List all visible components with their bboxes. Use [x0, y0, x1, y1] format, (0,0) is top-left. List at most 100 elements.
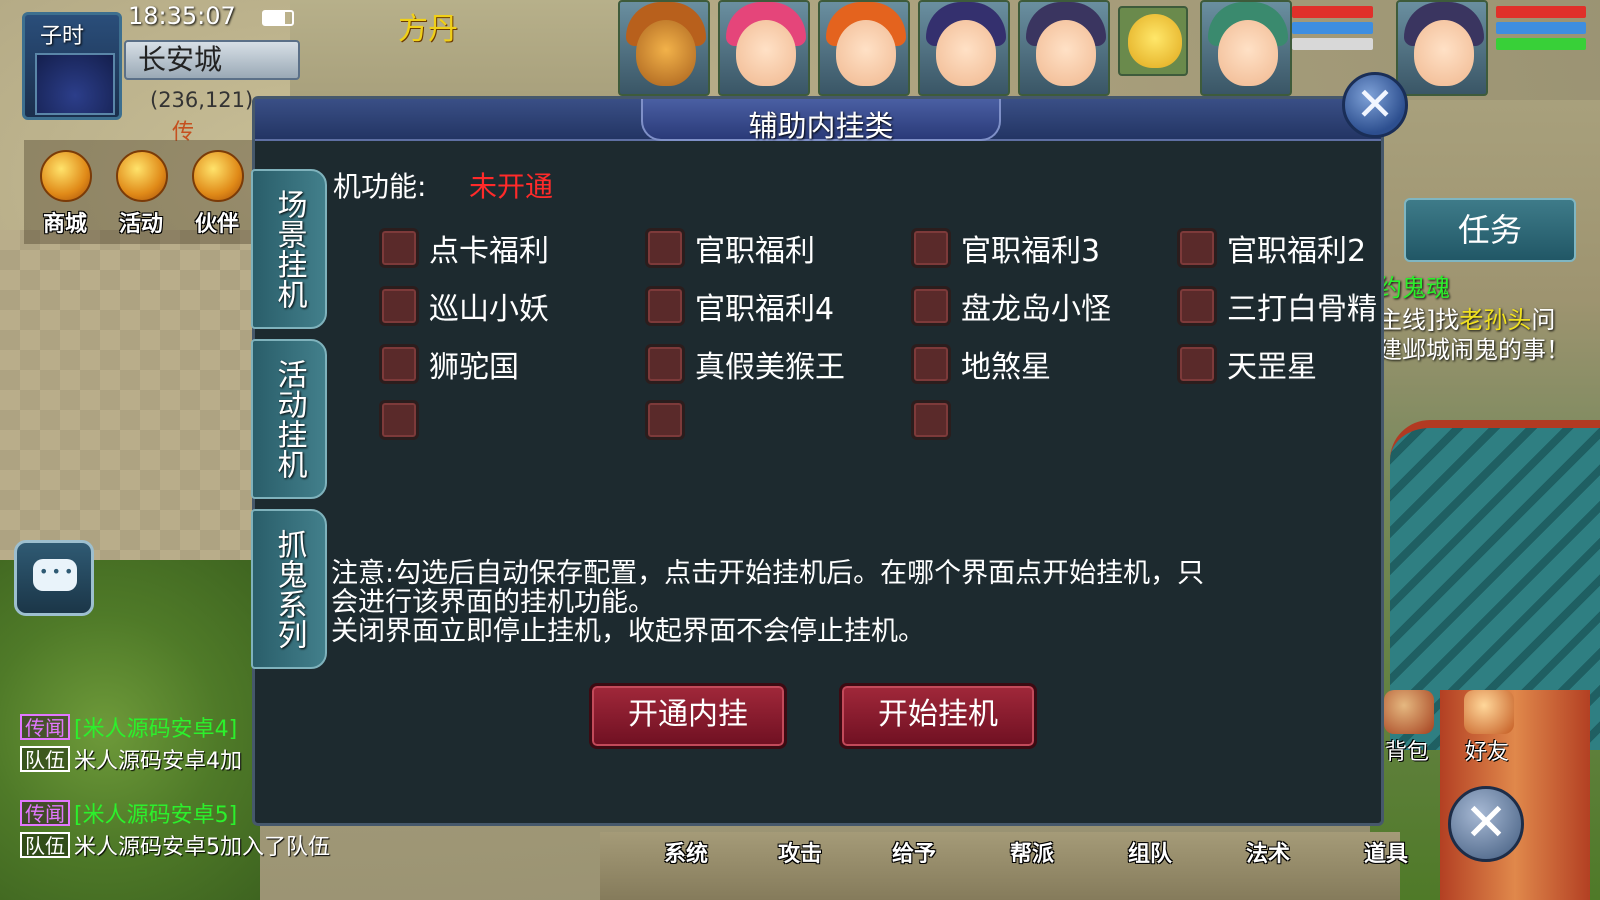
battery-icon: [262, 10, 294, 26]
option-item[interactable]: 官职福利4: [645, 283, 834, 329]
checkbox[interactable]: [379, 344, 419, 384]
pet-avatar[interactable]: [1118, 6, 1188, 76]
option-item[interactable]: 地煞星: [911, 341, 1051, 387]
chat-line: 队伍 米人源码安卓4加: [20, 744, 242, 774]
option-label: 点卡福利: [429, 234, 549, 269]
collapse-close-icon[interactable]: ✕: [1448, 786, 1524, 862]
notice-text: 注意:勾选后自动保存配置，点击开始挂机后。在哪个界面点开始挂机，只 会进行该界面…: [331, 559, 1311, 646]
close-icon[interactable]: ✕: [1342, 72, 1408, 138]
option-item[interactable]: [379, 397, 419, 443]
checkbox[interactable]: [645, 400, 685, 440]
activity-button[interactable]: 活动: [106, 140, 176, 244]
minimap-scene: [35, 53, 115, 115]
dialog-header: 辅助内挂类: [255, 99, 1381, 143]
channel-tag: 传闻: [20, 800, 70, 826]
friends-label: 好友: [1464, 740, 1509, 765]
ground-tiles: [0, 230, 260, 570]
option-item[interactable]: [911, 397, 951, 443]
checkbox[interactable]: [645, 228, 685, 268]
activity-icon: [116, 150, 168, 202]
option-label: 盘龙岛小怪: [961, 292, 1111, 327]
checkbox[interactable]: [1177, 344, 1217, 384]
checkbox[interactable]: [911, 228, 951, 268]
option-item[interactable]: 三打白骨精: [1177, 283, 1377, 329]
checkbox[interactable]: [911, 286, 951, 326]
start-idle-button[interactable]: 开始挂机: [839, 683, 1037, 749]
notice-line: 关闭界面立即停止挂机，收起界面不会停止挂机。: [331, 616, 925, 647]
friends-button[interactable]: 好友: [1452, 690, 1522, 765]
menu-system[interactable]: 系统: [664, 836, 708, 868]
option-item[interactable]: 官职福利2: [1177, 225, 1366, 271]
checkbox[interactable]: [911, 344, 951, 384]
hp-bar: [1292, 6, 1373, 18]
checkbox[interactable]: [1177, 286, 1217, 326]
menu-guild[interactable]: 帮派: [1010, 836, 1054, 868]
clock: 18:35:07: [128, 2, 236, 30]
avatar-face: [936, 20, 996, 86]
tab-label: 场景挂机: [271, 189, 307, 309]
option-label: 天罡星: [1227, 350, 1317, 385]
option-item[interactable]: 真假美猴王: [645, 341, 845, 387]
function-status: 未开通: [469, 170, 554, 203]
option-label: 三打白骨精: [1227, 292, 1377, 327]
chat-text: [米人源码安卓4]: [74, 717, 238, 742]
mp-bar: [1292, 22, 1373, 34]
option-item[interactable]: 官职福利3: [911, 225, 1100, 271]
tab-ghost-series[interactable]: 抓鬼系列: [251, 509, 327, 669]
friends-icon: [1464, 690, 1514, 734]
checkbox[interactable]: [379, 400, 419, 440]
party-avatar[interactable]: [918, 0, 1010, 96]
tab-scene-idle[interactable]: 场景挂机: [251, 169, 327, 329]
menu-attack[interactable]: 攻击: [778, 836, 822, 868]
partner-label: 伙伴: [194, 212, 239, 237]
tab-label: 活动挂机: [271, 359, 307, 479]
option-item[interactable]: 官职福利: [645, 225, 815, 271]
checkbox[interactable]: [379, 228, 419, 268]
checkbox[interactable]: [645, 344, 685, 384]
menu-team[interactable]: 组队: [1128, 836, 1172, 868]
avatar-face: [1414, 20, 1474, 86]
menu-spell[interactable]: 法术: [1246, 836, 1290, 868]
chat-button[interactable]: [14, 540, 94, 616]
tab-activity-idle[interactable]: 活动挂机: [251, 339, 327, 499]
anger-bar: [1496, 38, 1586, 50]
activate-plugin-button[interactable]: 开通内挂: [589, 683, 787, 749]
party-avatar[interactable]: [1200, 0, 1292, 96]
task-line-2[interactable]: 建邺城闹鬼的事！: [1378, 330, 1570, 365]
menu-give[interactable]: 给予: [892, 836, 936, 868]
option-label: 官职福利: [695, 234, 815, 269]
pet-face: [1128, 14, 1182, 68]
mall-icon: [40, 150, 92, 202]
player-avatar[interactable]: [1396, 0, 1488, 96]
option-label: 官职福利2: [1227, 234, 1367, 269]
mall-button[interactable]: 商城: [30, 140, 100, 244]
option-item[interactable]: 点卡福利: [379, 225, 549, 271]
task-title[interactable]: 约鬼魂: [1378, 268, 1450, 303]
chat-line: 传闻 [米人源码安卓4]: [20, 712, 237, 742]
menu-items[interactable]: 道具: [1364, 836, 1408, 868]
task-button[interactable]: 任务: [1404, 198, 1576, 262]
party-avatar[interactable]: [718, 0, 810, 96]
party-avatar[interactable]: [818, 0, 910, 96]
partner-icon: [192, 150, 244, 202]
avatar-face: [636, 20, 696, 86]
avatar-face: [1036, 20, 1096, 86]
checkbox[interactable]: [379, 286, 419, 326]
option-item[interactable]: 狮驼国: [379, 341, 519, 387]
shortcut-bar: 商城 活动 伙伴: [24, 140, 254, 244]
checkbox[interactable]: [1177, 228, 1217, 268]
bag-icon: [1384, 690, 1434, 734]
checkbox[interactable]: [911, 400, 951, 440]
option-item[interactable]: 巡山小妖: [379, 283, 549, 329]
city-name[interactable]: 长安城: [124, 40, 300, 80]
mp-bar: [1496, 22, 1586, 34]
partner-button[interactable]: 伙伴: [182, 140, 252, 244]
chat-text: 米人源码安卓5加入了队伍: [74, 835, 330, 860]
party-avatar[interactable]: [618, 0, 710, 96]
option-item[interactable]: 天罡星: [1177, 341, 1317, 387]
option-item[interactable]: [645, 397, 685, 443]
option-item[interactable]: 盘龙岛小怪: [911, 283, 1111, 329]
chat-text: 米人源码安卓4加: [74, 749, 242, 774]
party-avatar[interactable]: [1018, 0, 1110, 96]
checkbox[interactable]: [645, 286, 685, 326]
